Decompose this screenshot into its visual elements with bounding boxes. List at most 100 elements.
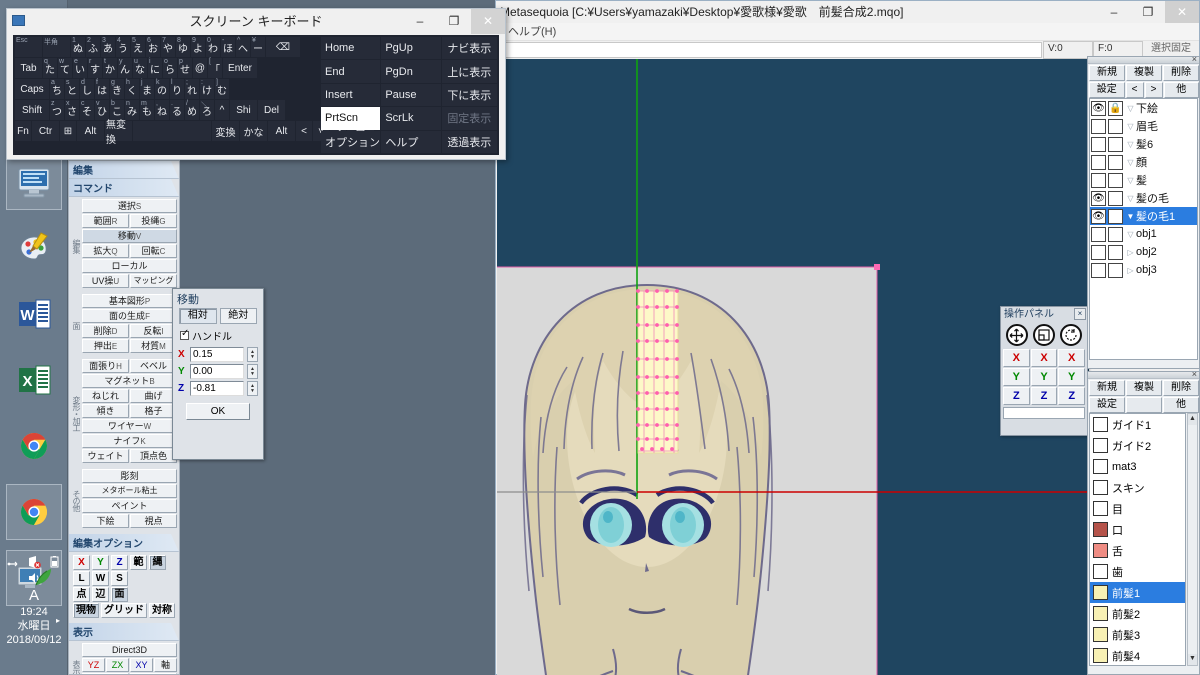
volume-icon[interactable] <box>27 571 41 585</box>
key-caret[interactable]: ^ へ <box>236 37 250 57</box>
key-shift-right[interactable]: Shi <box>230 100 257 120</box>
network-error-icon[interactable] <box>27 555 41 569</box>
handle-checkbox-row[interactable]: ハンドル <box>173 327 263 346</box>
material-row-10[interactable]: 前髪3 <box>1090 624 1185 645</box>
backspace-icon[interactable]: ⌫ <box>266 37 300 57</box>
object-delete-button[interactable]: 削除 <box>1163 65 1199 81</box>
key-h[interactable]: hく <box>125 79 139 99</box>
key-1[interactable]: 1ぬ <box>71 37 85 57</box>
word-icon[interactable]: W <box>6 286 62 342</box>
object-lock-toggle-3[interactable] <box>1108 154 1123 170</box>
key-u[interactable]: uな <box>133 58 147 78</box>
key-f[interactable]: fは <box>95 79 109 99</box>
object-lock-toggle-4[interactable] <box>1108 172 1123 188</box>
osk-nav-display-button[interactable]: ナビ表示 <box>441 37 497 60</box>
op-move-z[interactable]: Z <box>1003 387 1030 405</box>
handle-checkbox[interactable] <box>180 328 189 340</box>
object-row-6[interactable]: 👁 ▼ 髪の毛1 <box>1090 207 1197 225</box>
key-prtscn[interactable]: PrtScn <box>321 107 381 130</box>
display-plane-xy[interactable]: XY <box>130 658 153 672</box>
key-3[interactable]: 3あ <box>101 37 115 57</box>
key-muhenkan[interactable]: 無変換 <box>105 120 132 146</box>
key-shift-left[interactable]: Shift <box>15 100 49 120</box>
object-row-3[interactable]: ▽ 顔 <box>1090 153 1197 171</box>
material-spacer-button[interactable] <box>1126 397 1162 413</box>
object-visibility-toggle-5[interactable]: 👁 <box>1091 190 1106 206</box>
material-row-4[interactable]: 目 <box>1090 498 1185 519</box>
option-lasso[interactable]: 縄 <box>149 555 166 570</box>
object-visibility-toggle-1[interactable] <box>1091 118 1106 134</box>
option-l[interactable]: L <box>73 571 90 586</box>
object-expand-3[interactable]: ▽ <box>1125 158 1136 167</box>
object-row-5[interactable]: 👁 ▽ 髪の毛 <box>1090 189 1197 207</box>
cmd-lattice[interactable]: 格子 <box>130 404 177 418</box>
material-row-5[interactable]: 口 <box>1090 519 1185 540</box>
key-p[interactable]: pせ <box>178 58 192 78</box>
object-visibility-toggle-8[interactable] <box>1091 244 1106 260</box>
key-scrlk[interactable]: ScrLk <box>381 107 441 130</box>
move-x-spinner[interactable]: ▲ ▼ <box>247 347 258 362</box>
key-m[interactable]: mも <box>140 100 154 120</box>
object-prev-button[interactable]: < <box>1125 82 1144 98</box>
cmd-vertex-color[interactable]: 頂点色 <box>130 449 177 463</box>
op-rotate-y[interactable]: Y <box>1058 368 1086 386</box>
move-tab-absolute[interactable]: 絶対 <box>219 308 257 324</box>
move-z-input[interactable]: -0.81 <box>190 381 244 396</box>
cmd-bridge[interactable]: 面張りH <box>82 359 129 373</box>
op-scale-z[interactable]: Z <box>1030 387 1058 405</box>
material-row-0[interactable]: ガイド1 <box>1090 414 1185 435</box>
material-row-3[interactable]: スキン <box>1090 477 1185 498</box>
cmd-uv[interactable]: UV操U <box>82 274 129 288</box>
cmd-select[interactable]: 選択S <box>82 199 177 213</box>
object-expand-1[interactable]: ▽ <box>1125 122 1136 131</box>
key-slash[interactable]: / め <box>185 100 199 120</box>
cmd-sculpt[interactable]: 彫刻 <box>82 469 177 483</box>
cmd-extrude[interactable]: 押出E <box>82 339 129 353</box>
key-5[interactable]: 5え <box>131 37 145 57</box>
key-up-arrow[interactable]: ^ <box>215 100 229 120</box>
display-plane-yz[interactable]: YZ <box>82 658 105 672</box>
key-alt-right[interactable]: Alt <box>268 121 295 141</box>
object-row-0[interactable]: 👁 🔒 ▽ 下絵 <box>1090 99 1197 117</box>
key-esc[interactable]: Esc <box>15 37 42 57</box>
option-edge[interactable]: 辺 <box>92 587 109 602</box>
key-capslock[interactable]: Caps <box>15 79 49 99</box>
key-pause[interactable]: Pause <box>381 83 441 107</box>
cmd-rotate[interactable]: 回転C <box>130 244 177 258</box>
material-row-9[interactable]: 前髪2 <box>1090 603 1185 624</box>
key-j[interactable]: jま <box>140 79 154 99</box>
object-row-4[interactable]: ▽ 髪 <box>1090 171 1197 189</box>
op-move-y[interactable]: Y <box>1003 368 1030 386</box>
cmd-viewpoint[interactable]: 視点 <box>130 514 177 528</box>
key-z[interactable]: zつ <box>50 100 64 120</box>
usb-icon[interactable] <box>7 555 21 569</box>
cmd-wire[interactable]: ワイヤーW <box>82 419 177 433</box>
material-duplicate-button[interactable]: 複製 <box>1126 380 1162 396</box>
material-settings-button[interactable]: 設定 <box>1089 397 1125 413</box>
object-row-1[interactable]: ▽ 眉毛 <box>1090 117 1197 135</box>
display-renderer[interactable]: Direct3D <box>82 643 177 657</box>
chrome-window-icon[interactable] <box>5 484 62 540</box>
cmd-paint[interactable]: ペイント <box>82 499 177 513</box>
cmd-local[interactable]: ローカル <box>82 259 177 273</box>
object-new-button[interactable]: 新規 <box>1089 65 1125 81</box>
cmd-invert[interactable]: 反転I <box>130 324 177 338</box>
object-visibility-toggle-4[interactable] <box>1091 172 1106 188</box>
osk-transparent-display-button[interactable]: 透過表示 <box>441 130 497 154</box>
op-scale-y[interactable]: Y <box>1030 368 1058 386</box>
key-c[interactable]: cそ <box>80 100 94 120</box>
material-row-1[interactable]: ガイド2 <box>1090 435 1185 456</box>
cmd-delete[interactable]: 削除D <box>82 324 129 338</box>
option-face[interactable]: 面 <box>111 587 128 602</box>
excel-icon[interactable]: X <box>6 352 62 408</box>
op-rotate-x[interactable]: X <box>1058 349 1086 367</box>
key-e[interactable]: eい <box>73 58 87 78</box>
op-move-x[interactable]: X <box>1003 349 1030 367</box>
key-x[interactable]: xさ <box>65 100 79 120</box>
key-6[interactable]: 6お <box>146 37 160 57</box>
operation-panel-close[interactable]: × <box>1074 308 1086 320</box>
move-z-spinner[interactable]: ▲ ▼ <box>247 381 258 396</box>
cmd-tilt[interactable]: 傾き <box>82 404 129 418</box>
key-o[interactable]: oら <box>163 58 177 78</box>
object-duplicate-button[interactable]: 複製 <box>1126 65 1162 81</box>
